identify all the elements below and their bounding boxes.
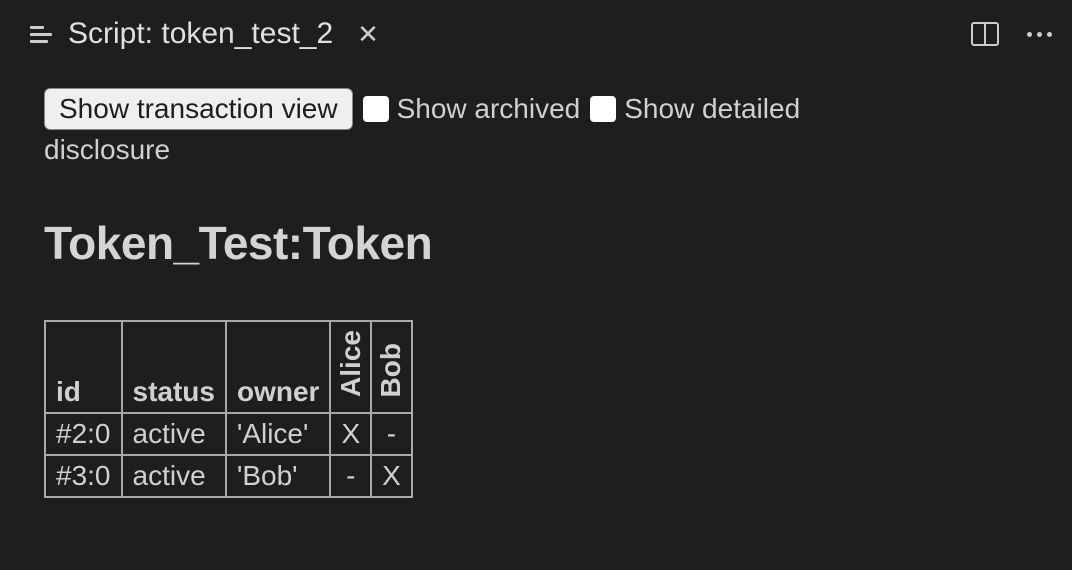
- more-icon[interactable]: [1027, 32, 1052, 37]
- tab-actions: [971, 22, 1052, 46]
- show-archived-label: Show archived: [397, 88, 581, 130]
- cell-party-alice: X: [330, 413, 371, 455]
- close-icon[interactable]: ✕: [357, 19, 379, 50]
- col-owner: owner: [226, 321, 330, 413]
- list-icon: [30, 26, 54, 43]
- cell-owner: 'Alice': [226, 413, 330, 455]
- table-header-row: id status owner Alice Bob: [45, 321, 412, 413]
- tab-bar: Script: token_test_2 ✕: [0, 0, 1072, 68]
- cell-owner: 'Bob': [226, 455, 330, 497]
- cell-party-bob: -: [371, 413, 412, 455]
- show-detailed-label: Show detailed: [624, 88, 800, 130]
- checkbox-icon: [590, 96, 616, 122]
- table-row: #3:0 active 'Bob' - X: [45, 455, 412, 497]
- col-status: status: [122, 321, 226, 413]
- split-editor-icon[interactable]: [971, 22, 999, 46]
- cell-party-alice: -: [330, 455, 371, 497]
- cell-id: #2:0: [45, 413, 122, 455]
- col-id: id: [45, 321, 122, 413]
- view-controls: Show transaction view Show archived Show…: [44, 88, 1028, 130]
- content-area: Show transaction view Show archived Show…: [0, 68, 1072, 518]
- checkbox-icon: [363, 96, 389, 122]
- show-archived-checkbox[interactable]: Show archived: [363, 88, 581, 130]
- disclosure-label: disclosure: [44, 134, 1028, 166]
- col-party-alice: Alice: [330, 321, 371, 413]
- cell-status: active: [122, 455, 226, 497]
- show-transaction-view-button[interactable]: Show transaction view: [44, 88, 353, 130]
- tab-title: Script: token_test_2: [68, 17, 333, 51]
- tab[interactable]: Script: token_test_2 ✕: [30, 17, 379, 51]
- cell-party-bob: X: [371, 455, 412, 497]
- show-detailed-checkbox[interactable]: Show detailed: [590, 88, 800, 130]
- token-table: id status owner Alice Bob #2:0 active 'A…: [44, 320, 413, 498]
- cell-id: #3:0: [45, 455, 122, 497]
- cell-status: active: [122, 413, 226, 455]
- table-row: #2:0 active 'Alice' X -: [45, 413, 412, 455]
- section-heading: Token_Test:Token: [44, 216, 1028, 270]
- col-party-bob: Bob: [371, 321, 412, 413]
